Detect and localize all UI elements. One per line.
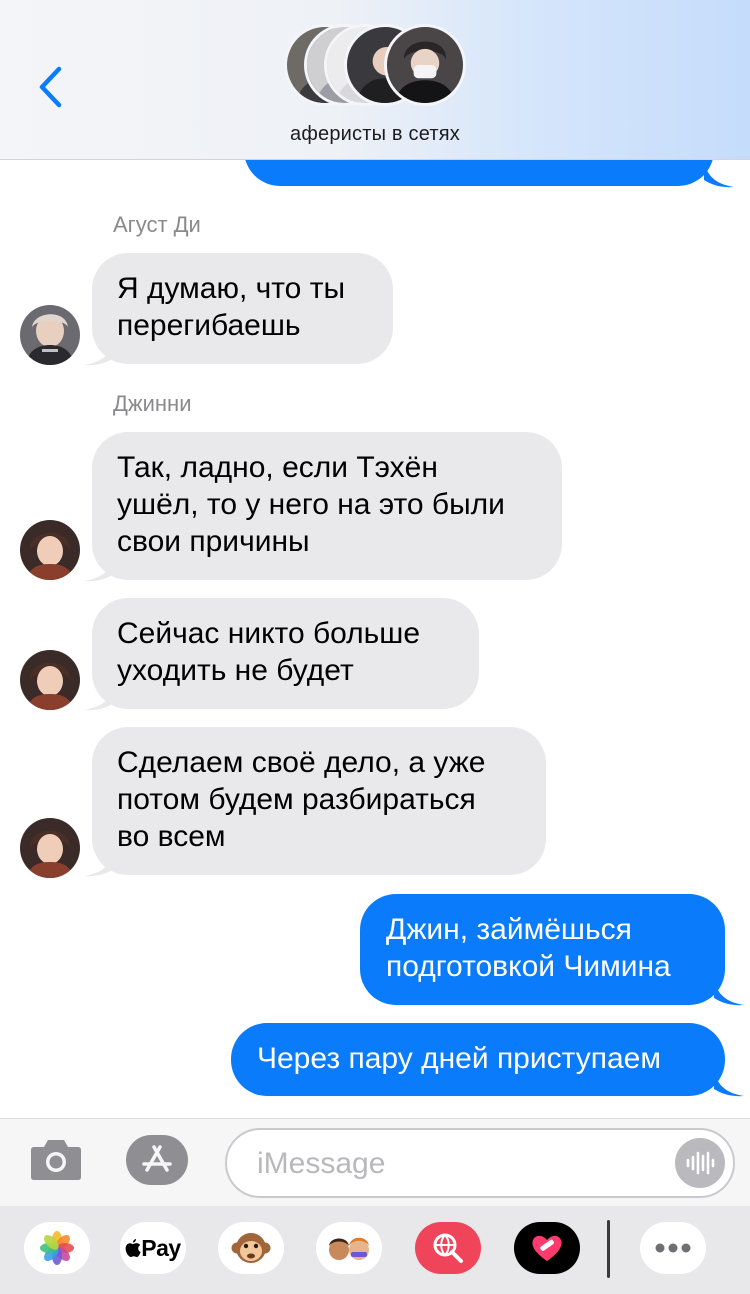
avatar[interactable]	[20, 650, 80, 710]
message-thread: Агуст Ди Я думаю, что ты перегибаешь Джи…	[0, 0, 750, 1118]
apple-pay-label: Pay	[141, 1234, 181, 1261]
bubble-tail-incoming	[84, 554, 114, 582]
message-bubble-incoming[interactable]: Сейчас никто больше уходить не будет	[92, 598, 479, 709]
avatar[interactable]	[20, 305, 80, 365]
bubble-tail-incoming	[84, 849, 114, 877]
more-apps-button[interactable]	[640, 1222, 706, 1274]
message-line: подготовкой Чимина	[386, 950, 671, 983]
message-line: во всем	[117, 820, 226, 853]
group-avatars[interactable]	[284, 24, 474, 108]
photos-icon	[40, 1231, 74, 1265]
group-avatar	[384, 24, 466, 106]
apple-logo-icon	[125, 1239, 141, 1257]
memoji-icon	[329, 1237, 369, 1260]
bubble-tail-outgoing	[714, 978, 744, 1006]
message-line: ушёл, то у него на это были	[117, 488, 505, 521]
message-input-placeholder: iMessage	[257, 1147, 386, 1180]
camera-button[interactable]	[30, 1137, 82, 1181]
compose-bar: iMessage	[0, 1118, 750, 1206]
message-line: Джин, займёшься	[386, 913, 632, 946]
message-line: свои причины	[117, 525, 310, 558]
animoji-button[interactable]	[218, 1222, 284, 1274]
app-drawer: Pay	[0, 1206, 750, 1294]
image-search-button[interactable]	[415, 1222, 481, 1274]
message-line: Сейчас никто больше	[117, 617, 421, 650]
globe-search-icon	[433, 1233, 463, 1263]
back-button[interactable]	[30, 62, 70, 112]
digital-touch-button[interactable]	[514, 1222, 580, 1274]
app-store-icon	[142, 1145, 172, 1172]
message-bubble-incoming[interactable]: Так, ладно, если Тэхён ушёл, то у него н…	[92, 432, 562, 580]
audio-message-button[interactable]	[675, 1138, 725, 1188]
sender-name: Джинни	[113, 391, 192, 416]
chevron-left-icon	[39, 66, 62, 108]
audio-waveform-icon	[686, 1151, 715, 1175]
message-line: уходить не будет	[117, 654, 354, 687]
message-bubble-outgoing[interactable]: Джин, займёшься подготовкой Чимина	[360, 894, 725, 1005]
message-line: Так, ладно, если Тэхён	[117, 451, 438, 484]
message-line: Сделаем своё дело, а уже	[117, 746, 486, 779]
photos-app-button[interactable]	[24, 1222, 90, 1274]
group-name[interactable]: аферисты в сетях	[0, 123, 750, 146]
bubble-tail-incoming	[84, 683, 114, 711]
message-line: перегибаешь	[117, 309, 301, 342]
ellipsis-icon	[655, 1243, 691, 1253]
sender-name: Агуст Ди	[113, 212, 201, 237]
heart-icon	[532, 1235, 562, 1261]
message-bubble-incoming[interactable]: Сделаем своё дело, а уже потом будем раз…	[92, 727, 546, 875]
avatar[interactable]	[20, 520, 80, 580]
conversation-header: аферисты в сетях	[0, 0, 750, 160]
bubble-tail-outgoing	[704, 160, 734, 188]
message-line: Я думаю, что ты	[117, 272, 346, 305]
message-bubble-outgoing[interactable]: Через пару дней приступаем	[231, 1023, 725, 1096]
bubble-tail-incoming	[84, 338, 114, 366]
app-store-button[interactable]	[126, 1135, 188, 1185]
message-bubble-incoming[interactable]: Я думаю, что ты перегибаешь	[92, 253, 393, 364]
message-input[interactable]: iMessage	[225, 1128, 735, 1198]
memoji-button[interactable]	[316, 1222, 382, 1274]
avatar[interactable]	[20, 818, 80, 878]
camera-icon	[31, 1140, 81, 1180]
message-line: потом будем разбираться	[117, 783, 476, 816]
bubble-tail-outgoing	[714, 1069, 744, 1097]
apple-pay-button[interactable]: Pay	[120, 1222, 186, 1274]
message-line: Через пару дней приступаем	[257, 1042, 661, 1075]
drawer-divider	[607, 1220, 610, 1278]
monkey-icon	[231, 1233, 271, 1263]
